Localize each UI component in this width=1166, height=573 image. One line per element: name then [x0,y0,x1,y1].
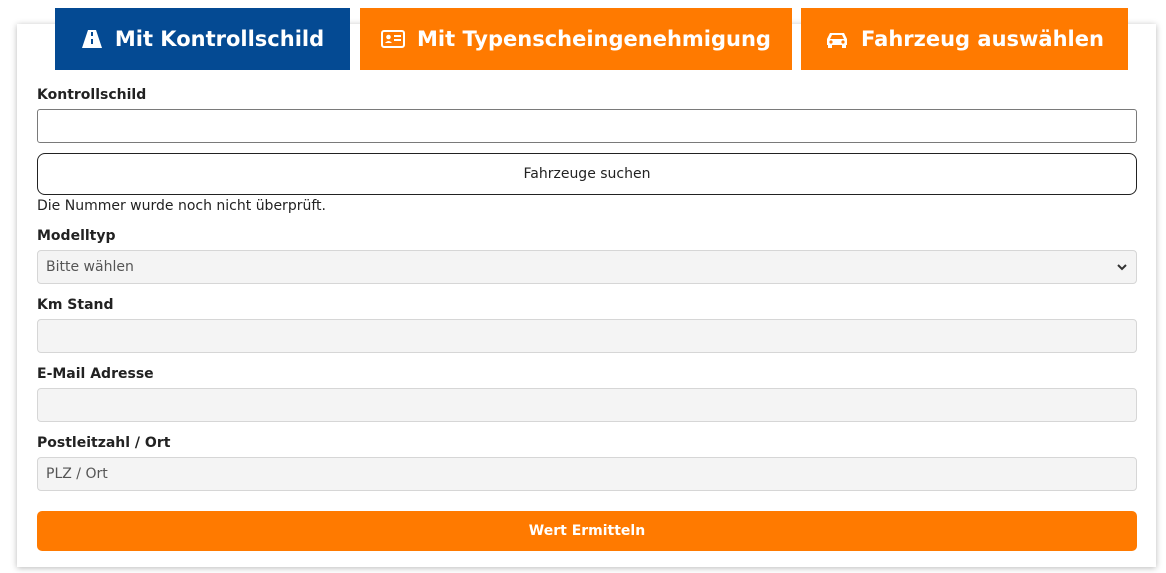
model-select-value: Bitte wählen [46,259,134,275]
email-input[interactable] [37,388,1137,422]
tab-typenschein[interactable]: Mit Typenscheingenehmigung [360,8,792,70]
chevron-down-icon [1116,261,1128,277]
status-note: Die Nummer wurde noch nicht überprüft. [37,198,326,214]
tab-typenschein-label: Mit Typenscheingenehmigung [417,27,771,51]
zip-label: Postleitzahl / Ort [37,435,171,451]
tab-kontrollschild-label: Mit Kontrollschild [114,27,325,51]
zip-input[interactable]: PLZ / Ort [37,457,1137,491]
submit-button[interactable]: Wert Ermitteln [37,511,1137,551]
submit-button-label: Wert Ermitteln [528,523,646,539]
tab-fahrzeug-label: Fahrzeug auswählen [861,27,1104,51]
km-input[interactable] [37,319,1137,353]
page: Mit Kontrollschild Mit Typenscheingenehm… [0,0,1166,573]
tab-fahrzeug[interactable]: Fahrzeug auswählen [801,8,1128,70]
plate-label: Kontrollschild [37,87,147,103]
car-icon [825,30,849,48]
search-vehicles-button[interactable]: Fahrzeuge suchen [37,153,1137,195]
id-card-icon [381,30,406,48]
email-label: E-Mail Adresse [37,366,154,382]
road-icon [81,29,103,49]
model-select[interactable]: Bitte wählen [37,250,1137,284]
tab-kontrollschild[interactable]: Mit Kontrollschild [55,8,350,70]
plate-input[interactable] [37,109,1137,143]
zip-input-placeholder: PLZ / Ort [46,466,108,482]
model-label: Modelltyp [37,228,116,244]
search-vehicles-label: Fahrzeuge suchen [523,166,651,182]
km-label: Km Stand [37,297,114,313]
